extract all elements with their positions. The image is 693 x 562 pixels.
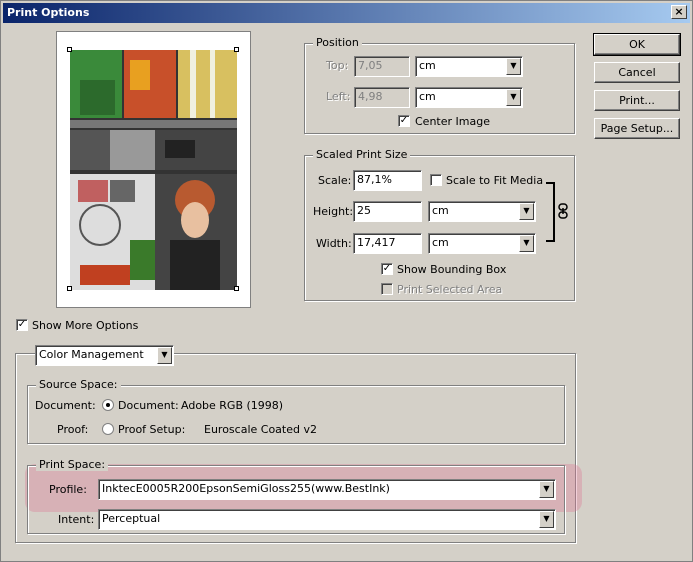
top-unit-value: cm: [419, 59, 436, 72]
proof-label: Proof:: [57, 423, 89, 436]
scaled-print-size-legend: Scaled Print Size: [313, 148, 411, 161]
chevron-down-icon[interactable]: ▼: [506, 58, 521, 75]
show-bounding-box-checkbox[interactable]: ✓: [381, 263, 393, 275]
center-image-text[interactable]: Center Image: [415, 115, 490, 128]
resize-handle-bottom-right[interactable]: [234, 286, 239, 291]
print-options-dialog: Print Options × Position Top: 7,05 cm ▼ …: [0, 0, 693, 562]
width-label: Width:: [316, 237, 352, 250]
intent-value: Perceptual: [102, 512, 161, 525]
chevron-down-icon[interactable]: ▼: [157, 347, 172, 364]
scale-to-fit-label[interactable]: Scale to Fit Media: [446, 174, 543, 187]
profile-value: InktecE0005R200EpsonSemiGloss255(www.Bes…: [102, 482, 390, 495]
color-management-select[interactable]: Color Management ▼: [35, 345, 174, 366]
link-bracket: [546, 182, 555, 242]
proof-profile-value: Euroscale Coated v2: [204, 423, 317, 436]
print-selected-area-checkbox[interactable]: [381, 283, 393, 295]
scale-to-fit-checkbox[interactable]: [430, 174, 442, 186]
center-image-checkbox[interactable]: ✓: [398, 115, 410, 127]
source-space-legend: Source Space:: [36, 378, 121, 391]
print-space-legend: Print Space:: [36, 458, 109, 471]
profile-select[interactable]: InktecE0005R200EpsonSemiGloss255(www.Bes…: [98, 479, 556, 500]
cancel-button[interactable]: Cancel: [594, 62, 680, 83]
chevron-down-icon[interactable]: ▼: [539, 481, 554, 498]
print-selected-area-label: Print Selected Area: [397, 283, 503, 296]
top-label: Top:: [326, 59, 349, 72]
print-button[interactable]: Print...: [594, 90, 680, 111]
chevron-down-icon[interactable]: ▼: [539, 511, 554, 528]
left-unit-value: cm: [419, 90, 436, 103]
intent-select[interactable]: Perceptual ▼: [98, 509, 556, 530]
proof-option-label[interactable]: Proof Setup:: [118, 423, 185, 436]
left-unit-select[interactable]: cm ▼: [415, 87, 523, 108]
chevron-down-icon[interactable]: ▼: [506, 89, 521, 106]
left-input[interactable]: 4,98: [354, 87, 410, 108]
show-more-options-checkbox[interactable]: ✓: [16, 319, 28, 331]
width-input[interactable]: 17,417: [353, 233, 422, 254]
show-bounding-box-label[interactable]: Show Bounding Box: [397, 263, 506, 276]
chain-link-icon[interactable]: [557, 203, 569, 219]
top-input[interactable]: 7,05: [354, 56, 410, 77]
proof-radio[interactable]: [102, 423, 114, 435]
document-label: Document:: [35, 399, 96, 412]
close-button[interactable]: ×: [671, 5, 687, 19]
left-label: Left:: [326, 90, 351, 103]
width-unit-value: cm: [432, 236, 449, 249]
title-bar: Print Options ×: [3, 3, 690, 23]
scale-input[interactable]: 87,1%: [353, 170, 422, 191]
top-unit-select[interactable]: cm ▼: [415, 56, 523, 77]
document-profile-value: Adobe RGB (1998): [181, 399, 284, 412]
width-unit-select[interactable]: cm ▼: [428, 233, 536, 254]
chevron-down-icon[interactable]: ▼: [519, 203, 534, 220]
scale-label: Scale:: [318, 174, 352, 187]
position-legend: Position: [313, 36, 362, 49]
show-more-options-label[interactable]: Show More Options: [32, 319, 138, 332]
print-preview: [56, 31, 251, 308]
resize-handle-bottom-left[interactable]: [67, 286, 72, 291]
page-setup-button[interactable]: Page Setup...: [594, 118, 680, 139]
height-unit-select[interactable]: cm ▼: [428, 201, 536, 222]
chevron-down-icon[interactable]: ▼: [519, 235, 534, 252]
color-management-value: Color Management: [39, 348, 144, 361]
preview-image-art: [70, 50, 237, 290]
height-label: Height:: [313, 205, 354, 218]
window-title: Print Options: [7, 6, 90, 19]
resize-handle-top-right[interactable]: [234, 47, 239, 52]
height-input[interactable]: 25: [353, 201, 422, 222]
preview-image[interactable]: [70, 50, 237, 290]
resize-handle-top-left[interactable]: [67, 47, 72, 52]
profile-label: Profile:: [49, 483, 87, 496]
height-unit-value: cm: [432, 204, 449, 217]
ok-button[interactable]: OK: [593, 33, 681, 56]
intent-label: Intent:: [58, 513, 95, 526]
document-option-label[interactable]: Document:: [118, 399, 179, 412]
document-radio[interactable]: [102, 399, 114, 411]
